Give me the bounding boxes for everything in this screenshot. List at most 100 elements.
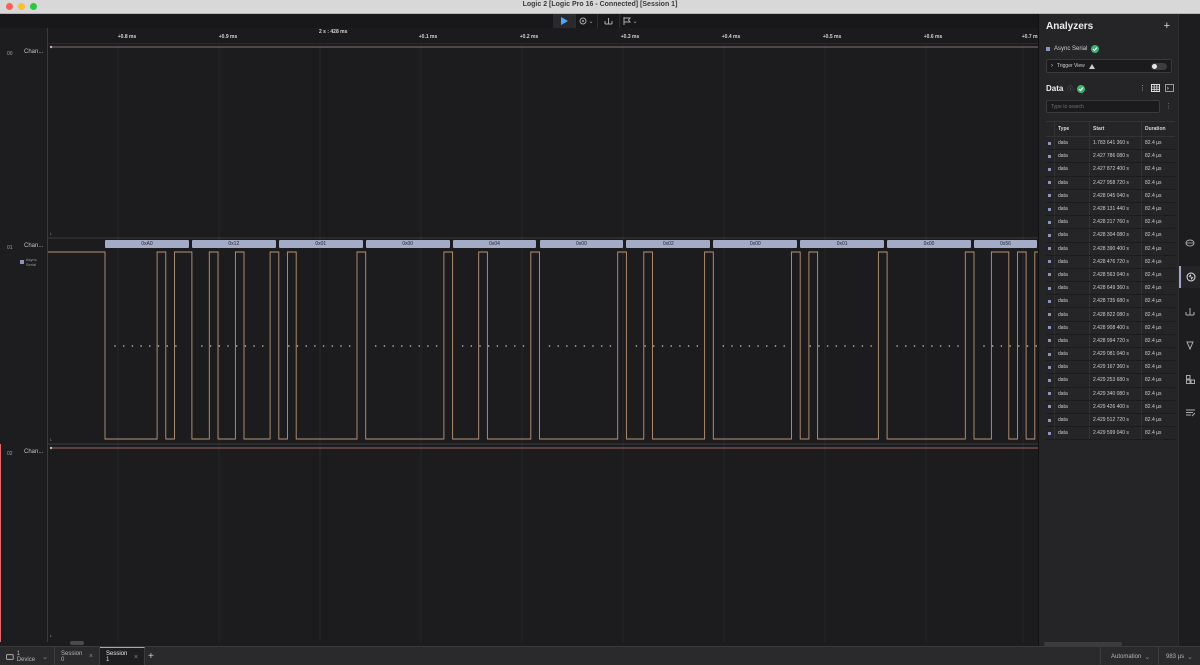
decoded-byte-bubble[interactable]: 0x56 bbox=[974, 240, 1037, 248]
table-row[interactable]: data 2.428 304 080 s 82.4 µs bbox=[1046, 229, 1175, 243]
channel-label-0[interactable]: 00 Chan... bbox=[0, 44, 47, 238]
add-session-button[interactable]: + bbox=[148, 647, 154, 665]
table-row[interactable]: data 2.428 649 360 s 82.4 µs bbox=[1046, 282, 1175, 296]
analyzer-color-swatch bbox=[1048, 326, 1051, 330]
table-row[interactable]: data 2.428 390 400 s 82.4 µs bbox=[1046, 242, 1175, 256]
marker-button[interactable]: ⌄ bbox=[619, 14, 641, 28]
table-row[interactable]: data 2.429 081 040 s 82.4 µs bbox=[1046, 348, 1175, 362]
timeline-ruler[interactable]: 2 s : 428 ms +0.8 ms +0.9 ms +0.1 ms +0.2 m… bbox=[48, 28, 1040, 44]
add-analyzer-button[interactable]: + bbox=[1164, 20, 1170, 32]
channel-label-1[interactable]: 01 Chan... Async Serial bbox=[0, 238, 47, 444]
table-row[interactable]: data 2.428 217 760 s 82.4 µs bbox=[1046, 216, 1175, 230]
info-icon[interactable]: ⓘ bbox=[1067, 84, 1073, 93]
table-row[interactable]: data 2.428 735 680 s 82.4 µs bbox=[1046, 295, 1175, 309]
device-settings-button[interactable]: ⌄ bbox=[575, 14, 597, 28]
table-row[interactable]: data 2.428 045 040 s 82.4 µs bbox=[1046, 189, 1175, 203]
column-header-type[interactable]: Type bbox=[1055, 122, 1090, 136]
close-icon[interactable]: × bbox=[89, 653, 93, 660]
decoded-byte-bubble[interactable]: 0x00 bbox=[539, 240, 624, 248]
bit-sample-dot bbox=[696, 345, 699, 347]
table-row[interactable]: data 2.429 340 080 s 82.4 µs bbox=[1046, 387, 1175, 401]
table-row[interactable]: data 1.783 641 360 s 82.4 µs bbox=[1046, 137, 1175, 151]
channel-name[interactable]: Chan... bbox=[24, 243, 43, 249]
bit-sample-dot bbox=[244, 345, 247, 347]
decoded-byte-bubble[interactable]: 0x02 bbox=[626, 240, 711, 248]
cell-duration: 82.4 µs bbox=[1145, 324, 1162, 331]
close-icon[interactable]: × bbox=[134, 654, 138, 661]
bit-sample-dot bbox=[487, 345, 490, 347]
rail-extensions-button[interactable] bbox=[1179, 368, 1200, 390]
rail-measurements-button[interactable] bbox=[1179, 300, 1200, 322]
table-row[interactable]: data 2.427 872 400 s 82.4 µs bbox=[1046, 163, 1175, 177]
channel-name[interactable]: Chan... bbox=[24, 49, 43, 55]
chevron-down-icon: ⌄ bbox=[1144, 653, 1151, 661]
table-row[interactable]: data 2.429 167 360 s 82.4 µs bbox=[1046, 361, 1175, 375]
decoded-byte-bubble[interactable]: 0xA0 bbox=[105, 240, 189, 248]
table-row[interactable]: data 2.428 563 040 s 82.4 µs bbox=[1046, 268, 1175, 283]
bit-sample-dot bbox=[235, 345, 238, 347]
measure-button[interactable] bbox=[597, 14, 619, 28]
rail-timing-button[interactable] bbox=[1179, 232, 1200, 254]
bit-sample-dot bbox=[218, 345, 221, 347]
table-row[interactable]: data 2.428 822 080 s 82.4 µs bbox=[1046, 308, 1175, 322]
rail-annotations-button[interactable] bbox=[1179, 334, 1200, 356]
analyzer-color-swatch bbox=[1046, 47, 1050, 51]
analyzer-item-async-serial[interactable]: Async Serial bbox=[1046, 45, 1100, 53]
more-options-icon[interactable]: ⋮ bbox=[1139, 84, 1146, 92]
table-row[interactable]: data 2.429 426 400 s 82.4 µs bbox=[1046, 400, 1175, 414]
device-selector[interactable]: 1 Device ⌄ bbox=[0, 647, 55, 665]
ruler-tick: +0.4 ms bbox=[721, 34, 741, 40]
rail-notes-button[interactable] bbox=[1179, 402, 1200, 424]
chevron-right-icon: › bbox=[1051, 63, 1053, 69]
tab-session-0[interactable]: Session 0 × bbox=[55, 647, 100, 665]
cell-type: data bbox=[1055, 202, 1090, 216]
column-header-start[interactable]: Start bbox=[1090, 122, 1142, 136]
row-swatch bbox=[1046, 334, 1055, 347]
table-row[interactable]: data 2.427 786 080 s 82.4 µs bbox=[1046, 150, 1175, 164]
table-row[interactable]: data 2.428 994 720 s 82.4 µs bbox=[1046, 334, 1175, 348]
table-row[interactable]: data 2.429 599 040 s 82.4 µs bbox=[1046, 427, 1175, 441]
data-search-input[interactable] bbox=[1046, 100, 1160, 113]
decoded-byte-bubble[interactable]: 0x01 bbox=[278, 240, 363, 248]
bit-sample-dot bbox=[479, 345, 481, 347]
rail-analyzers-button[interactable] bbox=[1179, 266, 1200, 288]
table-row[interactable]: data 2.429 253 680 s 82.4 µs bbox=[1046, 374, 1175, 388]
cell-start: 2.428 390 400 s bbox=[1090, 242, 1142, 255]
bit-sample-dot bbox=[653, 345, 655, 347]
row-swatch bbox=[1046, 361, 1055, 374]
table-row[interactable]: data 2.428 908 400 s 82.4 µs bbox=[1046, 321, 1175, 335]
tab-session-1[interactable]: Session 1 × bbox=[100, 647, 145, 665]
terminal-view-icon[interactable] bbox=[1165, 84, 1174, 92]
channel-name[interactable]: Chan... bbox=[24, 449, 43, 455]
search-options-icon[interactable]: ⋮ bbox=[1165, 102, 1172, 110]
table-row[interactable]: data 2.428 476 720 s 82.4 µs bbox=[1046, 255, 1175, 269]
table-row[interactable]: data 2.429 512 720 s 82.4 µs bbox=[1046, 413, 1175, 428]
trigger-view-toggle[interactable] bbox=[1151, 63, 1167, 70]
measure-icon bbox=[1185, 307, 1195, 315]
table-row[interactable]: data 2.427 958 720 s 82.4 µs bbox=[1046, 176, 1175, 190]
trigger-view-row[interactable]: › Trigger View bbox=[1046, 59, 1172, 73]
bit-sample-dot bbox=[227, 345, 229, 347]
channel-label-2[interactable]: 02 Chan... bbox=[0, 444, 47, 642]
table-view-icon[interactable] bbox=[1151, 84, 1160, 92]
bit-sample-dot bbox=[1035, 345, 1037, 347]
start-capture-button[interactable] bbox=[553, 14, 575, 28]
bit-sample-dot bbox=[166, 345, 168, 347]
timeline-scrollbar[interactable] bbox=[70, 641, 84, 645]
cell-start: 2.428 217 760 s bbox=[1090, 216, 1142, 229]
decoded-byte-bubble[interactable]: 0x04 bbox=[452, 240, 537, 248]
decoded-byte-bubble[interactable]: 0x00 bbox=[887, 240, 971, 248]
table-row[interactable]: data 2.428 131 440 s 82.4 µs bbox=[1046, 202, 1175, 217]
channel-1-signal bbox=[48, 251, 1038, 440]
analyzer-color-swatch bbox=[1048, 220, 1051, 224]
automation-menu[interactable]: Automation ⌄ bbox=[1100, 647, 1158, 665]
decoded-byte-bubble[interactable]: 0x00 bbox=[713, 240, 798, 248]
waveform-plot[interactable]: LLL 0xA0 0x12 0x01 0x00 0x04 0x00 0x02 0x00 0x01… bbox=[48, 44, 1038, 642]
decoded-byte-bubble[interactable]: 0x01 bbox=[800, 240, 885, 248]
decoded-byte-bubble[interactable]: 0x12 bbox=[191, 240, 276, 248]
bit-sample-dot bbox=[835, 345, 838, 347]
analyzer-color-swatch bbox=[1048, 352, 1051, 356]
column-header-duration[interactable]: Duration bbox=[1142, 122, 1175, 136]
timespan-menu[interactable]: 983 µs ⌄ bbox=[1158, 647, 1200, 665]
decoded-byte-bubble[interactable]: 0x00 bbox=[365, 240, 450, 248]
